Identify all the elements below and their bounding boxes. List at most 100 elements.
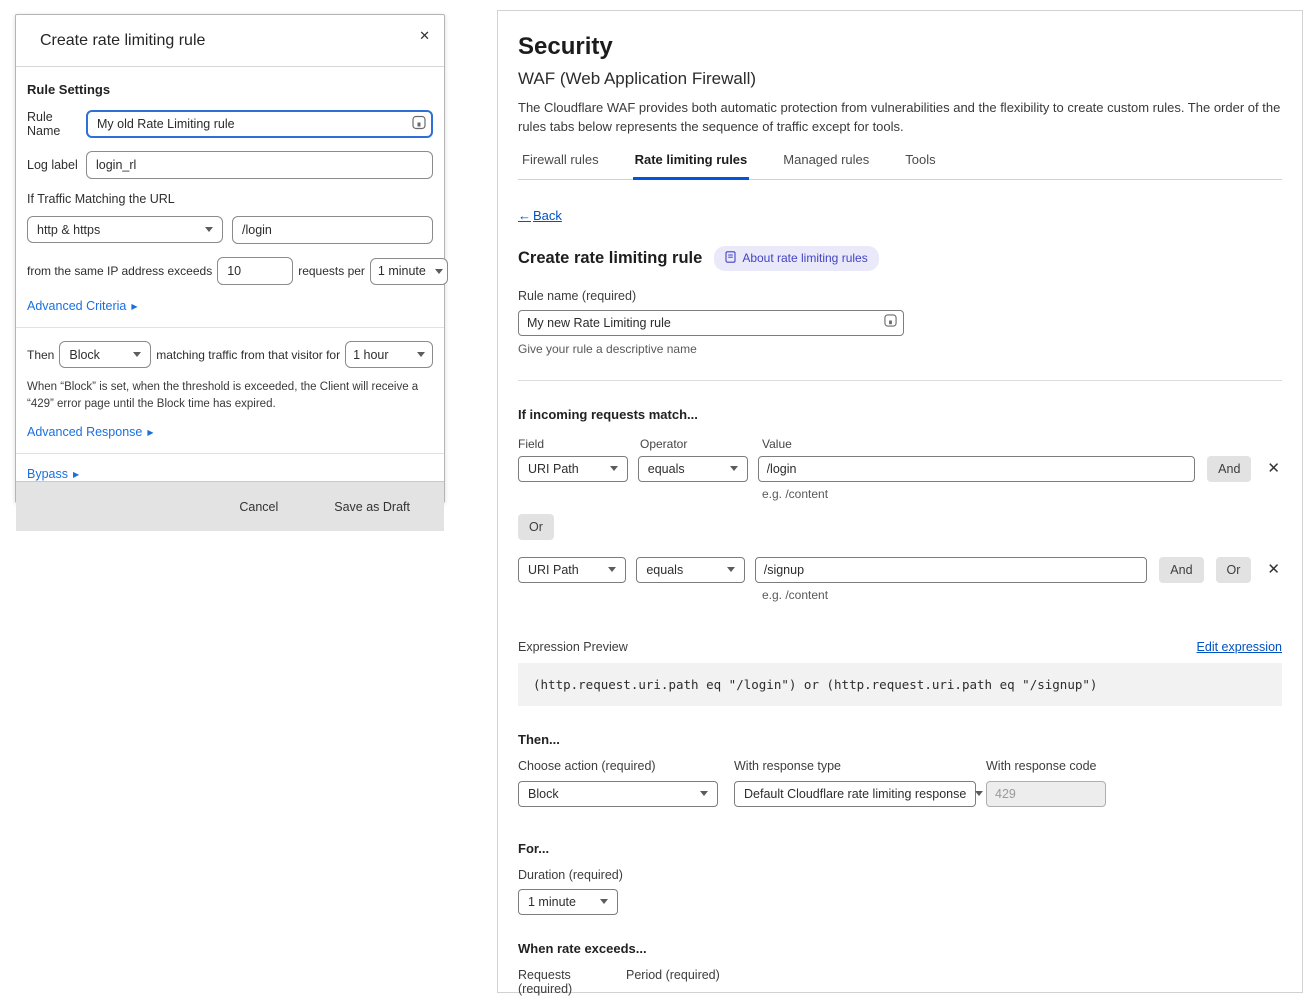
chevron-right-icon: ▶ (73, 470, 79, 479)
expression-code: (http.request.uri.path eq "/login") or (… (518, 663, 1282, 706)
scheme-select[interactable]: http & https (27, 216, 223, 243)
threshold-row: from the same IP address exceeds request… (27, 257, 433, 285)
operator-select[interactable]: equals (636, 557, 744, 583)
page-subtitle: WAF (Web Application Firewall) (518, 69, 1282, 89)
rule-name-label: Rule name (required) (518, 289, 1282, 303)
value-hint: e.g. /content (762, 588, 1282, 602)
divider (16, 453, 444, 454)
caret-down-icon (727, 567, 735, 572)
waf-panel: Security WAF (Web Application Firewall) … (497, 10, 1303, 993)
about-rate-limiting-badge[interactable]: About rate limiting rules (714, 246, 878, 271)
operator-column-label: Operator (640, 437, 762, 451)
caret-down-icon (975, 791, 983, 796)
block-note: When “Block” is set, when the threshold … (27, 379, 433, 412)
choose-action-label: Choose action (required) (518, 759, 718, 773)
match-heading: If incoming requests match... (518, 407, 1282, 422)
rule-name-input[interactable] (518, 310, 904, 336)
page-title: Security (518, 33, 1282, 61)
tab-tools[interactable]: Tools (903, 152, 937, 180)
create-rate-limiting-rule-modal: Create rate limiting rule ✕ Rule Setting… (15, 14, 445, 503)
log-label-label: Log label (27, 158, 86, 172)
edit-expression-link[interactable]: Edit expression (1197, 640, 1282, 654)
rule-name-label: Rule Name (27, 110, 86, 138)
url-pattern-input[interactable] (232, 216, 433, 244)
modal-title: Create rate limiting rule (40, 32, 205, 49)
caret-down-icon (730, 466, 738, 471)
expression-preview-label: Expression Preview (518, 640, 628, 654)
caret-down-icon (417, 352, 425, 357)
tab-rate-limiting-rules[interactable]: Rate limiting rules (633, 152, 750, 180)
caret-down-icon (700, 791, 708, 796)
value-input[interactable] (758, 456, 1196, 482)
response-type-select[interactable]: Default Cloudflare rate limiting respons… (734, 781, 976, 807)
action-select[interactable]: Block (59, 341, 151, 368)
log-label-input[interactable] (86, 151, 433, 179)
period-label: Period (required) (626, 968, 720, 996)
for-heading: For... (518, 841, 1282, 856)
autofill-icon[interactable] (884, 314, 897, 332)
response-code-input[interactable] (986, 781, 1106, 807)
save-as-draft-button[interactable]: Save as Draft (328, 499, 416, 515)
action-select[interactable]: Block (518, 781, 718, 807)
duration-label: Duration (required) (518, 868, 1282, 882)
close-icon[interactable]: ✕ (416, 25, 433, 47)
advanced-response-link[interactable]: Advanced Response ▶ (27, 425, 154, 439)
modal-footer: Cancel Save as Draft (16, 481, 444, 531)
advanced-criteria-link[interactable]: Advanced Criteria ▶ (27, 299, 138, 313)
then-prefix: Then (27, 348, 54, 362)
threshold-prefix: from the same IP address exceeds (27, 264, 212, 278)
divider (16, 327, 444, 328)
chevron-right-icon: ▶ (131, 302, 137, 311)
response-type-label: With response type (734, 759, 976, 773)
back-link[interactable]: ← Back (518, 208, 562, 223)
autofill-icon[interactable] (412, 116, 426, 133)
and-button[interactable]: And (1159, 557, 1203, 583)
caret-down-icon (133, 352, 141, 357)
url-match-row: http & https (27, 216, 433, 244)
and-button[interactable]: And (1207, 456, 1251, 482)
divider (518, 380, 1282, 381)
rule-name-input[interactable] (86, 110, 433, 138)
modal-body: Rule Settings Rule Name Log label (16, 67, 444, 481)
or-connector-button[interactable]: Or (518, 514, 554, 540)
rate-heading: When rate exceeds... (518, 941, 1282, 956)
screen: Create rate limiting rule ✕ Rule Setting… (0, 0, 1316, 1003)
or-button[interactable]: Or (1216, 557, 1252, 583)
cancel-button[interactable]: Cancel (233, 499, 284, 515)
field-select[interactable]: URI Path (518, 456, 628, 482)
remove-condition-icon[interactable]: ✕ (1265, 459, 1282, 478)
remove-condition-icon[interactable]: ✕ (1265, 560, 1282, 579)
bypass-link[interactable]: Bypass ▶ (27, 467, 79, 481)
waf-tabs: Firewall rules Rate limiting rules Manag… (518, 152, 1282, 180)
duration-select[interactable]: 1 minute (518, 889, 618, 915)
response-code-label: With response code (986, 759, 1106, 773)
rule-settings-heading: Rule Settings (27, 82, 433, 97)
create-rule-heading: Create rate limiting rule (518, 249, 702, 268)
requests-label: Requests (required) (518, 968, 618, 996)
then-heading: Then... (518, 732, 1282, 747)
back-arrow-icon: ← (518, 208, 531, 223)
tab-managed-rules[interactable]: Managed rules (781, 152, 871, 180)
period-select[interactable]: 1 minute (370, 258, 448, 285)
traffic-matching-heading: If Traffic Matching the URL (27, 192, 433, 206)
caret-down-icon (205, 227, 213, 232)
tab-firewall-rules[interactable]: Firewall rules (520, 152, 601, 180)
operator-select[interactable]: equals (638, 456, 748, 482)
block-duration-select[interactable]: 1 hour (345, 341, 433, 368)
requests-count-input[interactable] (217, 257, 293, 285)
value-hint: e.g. /content (762, 487, 1282, 501)
condition-row: URI Path equals And Or ✕ (518, 557, 1282, 583)
condition-row: URI Path equals And ✕ (518, 456, 1282, 482)
caret-down-icon (608, 567, 616, 572)
field-select[interactable]: URI Path (518, 557, 626, 583)
doc-icon (725, 251, 736, 266)
threshold-middle: requests per (298, 264, 365, 278)
then-row: Then Block matching traffic from that vi… (27, 341, 433, 368)
condition-column-labels: Field Operator Value (518, 437, 1282, 451)
log-label-row: Log label (27, 151, 433, 179)
modal-header: Create rate limiting rule ✕ (16, 15, 444, 67)
caret-down-icon (610, 466, 618, 471)
value-column-label: Value (762, 437, 792, 451)
value-input[interactable] (755, 557, 1148, 583)
page-description: The Cloudflare WAF provides both automat… (518, 99, 1282, 137)
